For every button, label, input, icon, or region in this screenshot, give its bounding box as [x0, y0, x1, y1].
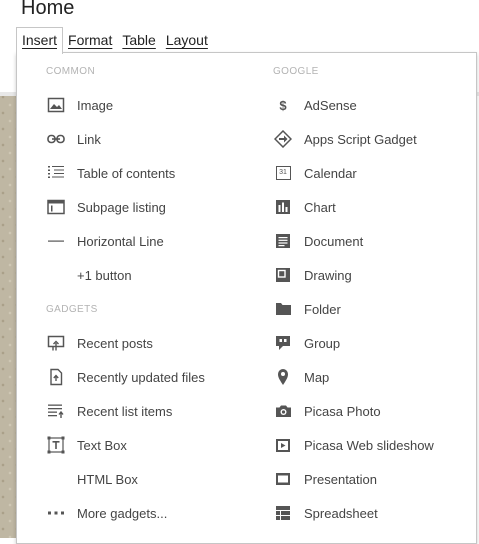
insert-plus-one-button[interactable]: +1 button: [46, 260, 132, 290]
insert-picasa-photo-label: Picasa Photo: [304, 403, 381, 419]
insert-recently-updated-files[interactable]: Recently updated files: [46, 362, 205, 392]
map-pin-icon: [273, 367, 293, 387]
insert-drawing[interactable]: Drawing: [273, 260, 352, 290]
calendar-icon: 31: [273, 163, 293, 183]
insert-apps-script-gadget-label: Apps Script Gadget: [304, 131, 417, 147]
insert-group-label: Group: [304, 335, 341, 351]
insert-subpage-listing[interactable]: Subpage listing: [46, 192, 166, 222]
insert-recent-list-items-label: Recent list items: [77, 403, 173, 419]
insert-adsense[interactable]: $ AdSense: [273, 90, 357, 120]
insert-image[interactable]: Image: [46, 90, 113, 120]
presentation-icon: [273, 469, 293, 489]
menu-layout[interactable]: Layout: [161, 27, 213, 52]
recently-updated-files-icon: [46, 367, 66, 387]
insert-menu-panel: COMMON Image Link Table of contents Subp…: [16, 52, 477, 544]
insert-spreadsheet-label: Spreadsheet: [304, 505, 378, 521]
insert-text-box[interactable]: Text Box: [46, 430, 127, 460]
document-icon: [273, 231, 293, 251]
link-icon: [46, 129, 66, 149]
menubar: Insert Format Table Layout: [16, 27, 213, 54]
menu-format[interactable]: Format: [63, 27, 117, 52]
insert-chart[interactable]: Chart: [273, 192, 336, 222]
insert-recent-list-items[interactable]: Recent list items: [46, 396, 172, 426]
group-icon: [273, 333, 293, 353]
insert-subpage-listing-label: Subpage listing: [77, 199, 166, 215]
insert-calendar-label: Calendar: [304, 165, 357, 181]
insert-calendar[interactable]: 31 Calendar: [273, 158, 357, 188]
insert-html-box-label: HTML Box: [77, 471, 138, 487]
menu-table[interactable]: Table: [117, 27, 160, 52]
slideshow-icon: [273, 435, 293, 455]
insert-horizontal-line[interactable]: Horizontal Line: [46, 226, 164, 256]
insert-folder-label: Folder: [304, 301, 341, 317]
insert-picasa-web-slideshow[interactable]: Picasa Web slideshow: [273, 430, 434, 460]
subpage-listing-icon: [46, 197, 66, 217]
menu-insert[interactable]: Insert: [16, 27, 64, 54]
insert-html-box[interactable]: HTML Box: [46, 464, 138, 494]
insert-presentation-label: Presentation: [304, 471, 377, 487]
insert-apps-script-gadget[interactable]: Apps Script Gadget: [273, 124, 417, 154]
insert-group[interactable]: Group: [273, 328, 340, 358]
chart-icon: [273, 197, 293, 217]
insert-chart-label: Chart: [304, 199, 336, 215]
common-heading: COMMON: [46, 66, 96, 77]
insert-recently-updated-files-label: Recently updated files: [77, 369, 205, 385]
insert-folder[interactable]: Folder: [273, 294, 341, 324]
spreadsheet-icon: [273, 503, 293, 523]
drawing-icon: [273, 265, 293, 285]
html-box-icon-placeholder: [46, 469, 66, 489]
insert-presentation[interactable]: Presentation: [273, 464, 377, 494]
more-icon: [46, 503, 66, 523]
recent-list-items-icon: [46, 401, 66, 421]
recent-posts-icon: [46, 333, 66, 353]
insert-link[interactable]: Link: [46, 124, 101, 154]
folder-icon: [273, 299, 293, 319]
insert-recent-posts-label: Recent posts: [77, 335, 153, 351]
insert-table-of-contents[interactable]: Table of contents: [46, 158, 175, 188]
insert-more-gadgets-label: More gadgets...: [77, 505, 168, 521]
insert-picasa-web-slideshow-label: Picasa Web slideshow: [304, 437, 434, 453]
page-title: Home: [21, 0, 75, 19]
gadgets-heading: GADGETS: [46, 304, 98, 315]
insert-map-label: Map: [304, 369, 330, 385]
text-box-icon: [46, 435, 66, 455]
insert-plus-one-button-label: +1 button: [77, 267, 132, 283]
insert-more-gadgets[interactable]: More gadgets...: [46, 498, 167, 528]
insert-horizontal-line-label: Horizontal Line: [77, 233, 164, 249]
insert-document-label: Document: [304, 233, 364, 249]
insert-link-label: Link: [77, 131, 101, 147]
insert-spreadsheet[interactable]: Spreadsheet: [273, 498, 378, 528]
image-icon: [46, 95, 66, 115]
insert-map[interactable]: Map: [273, 362, 329, 392]
insert-drawing-label: Drawing: [304, 267, 352, 283]
insert-text-box-label: Text Box: [77, 437, 127, 453]
insert-document[interactable]: Document: [273, 226, 363, 256]
camera-icon: [273, 401, 293, 421]
apps-script-icon: [273, 129, 293, 149]
google-heading: GOOGLE: [273, 66, 319, 77]
insert-table-of-contents-label: Table of contents: [77, 165, 176, 181]
plus-one-icon-placeholder: [46, 265, 66, 285]
insert-adsense-label: AdSense: [304, 97, 357, 113]
table-of-contents-icon: [46, 163, 66, 183]
insert-picasa-photo[interactable]: Picasa Photo: [273, 396, 381, 426]
horizontal-line-icon: [46, 231, 66, 251]
dollar-icon: $: [279, 97, 287, 113]
insert-recent-posts[interactable]: Recent posts: [46, 328, 153, 358]
insert-image-label: Image: [77, 97, 114, 113]
